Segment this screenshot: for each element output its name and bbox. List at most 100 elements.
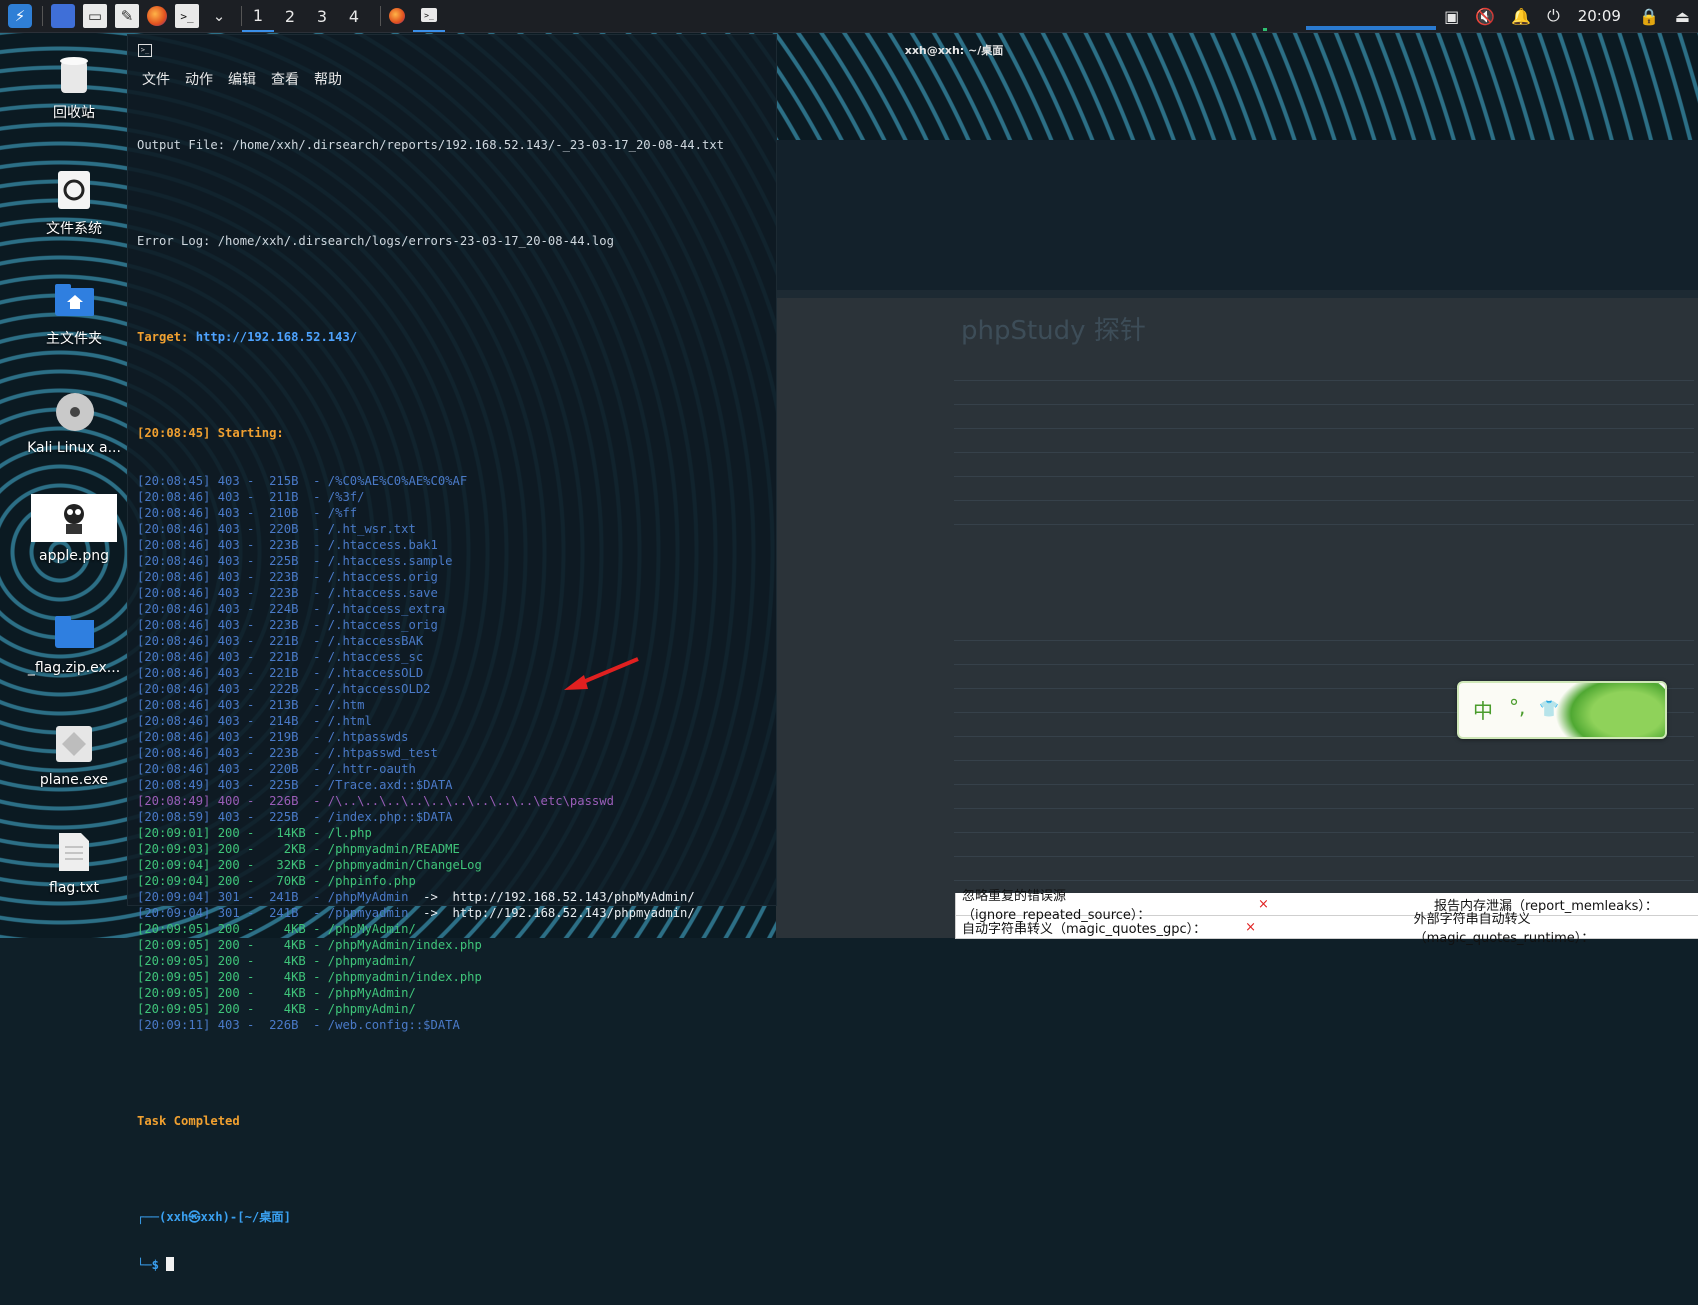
scan-result-line: [20:08:46] 403 - 223B - /.htaccess.bak1	[137, 538, 438, 552]
desktop-icon-trash[interactable]: 回收站	[18, 52, 130, 122]
scan-result-line: [20:09:05] 200 - 4KB - /phpMyAdmin/	[137, 986, 416, 1000]
desktop-icon-kali-disc[interactable]: Kali Linux a...	[18, 390, 130, 456]
power-icon[interactable]: ⏻	[1547, 6, 1560, 26]
lock-icon[interactable]: 🔒	[1639, 7, 1659, 26]
terminal-output[interactable]: Output File: /home/xxh/.dirsearch/report…	[137, 105, 777, 1305]
kali-menu-icon[interactable]: ⚡	[8, 4, 32, 28]
scan-result-line: [20:09:05] 200 - 4KB - /phpMyAdmin/	[137, 922, 416, 936]
output-file-line: Output File: /home/xxh/.dirsearch/report…	[137, 138, 724, 152]
scan-result-line: [20:08:49] 403 - 225B - /Trace.axd::$DAT…	[137, 778, 453, 792]
scan-result-line: [20:09:05] 200 - 4KB - /phpMyAdmin/index…	[137, 938, 482, 952]
text-editor-icon[interactable]: ✎	[115, 4, 139, 28]
desktop-icon-flag-txt[interactable]: flag.txt	[18, 830, 130, 896]
target-line: Target: http://192.168.52.143/	[137, 330, 358, 344]
workspace-1[interactable]: 1	[242, 0, 274, 32]
ime-chinese-mode[interactable]: 中	[1473, 695, 1493, 724]
file-manager-icon[interactable]: ▭	[83, 4, 107, 28]
menu-action[interactable]: 动作	[185, 69, 213, 89]
scan-result-line: [20:09:05] 200 - 4KB - /phpmyadmin/	[137, 954, 416, 968]
menu-file[interactable]: 文件	[142, 69, 170, 89]
menu-view[interactable]: 查看	[271, 69, 299, 89]
table-row	[954, 810, 1694, 833]
prompt-input-line[interactable]: └─$	[137, 1257, 777, 1273]
scan-result-line: [20:08:46] 403 - 210B - /%ff	[137, 506, 358, 520]
scan-result-line: [20:08:46] 403 - 223B - /.htaccess.save	[137, 586, 438, 600]
leaf-decoration	[1555, 683, 1665, 737]
menu-help[interactable]: 帮助	[314, 69, 342, 89]
bell-icon[interactable]: 🔔	[1511, 7, 1531, 26]
phpstudy-page: phpStudy 探针	[776, 298, 1698, 938]
scan-result-line: [20:08:46] 403 - 219B - /.htpasswds	[137, 730, 409, 744]
table-row	[954, 502, 1694, 525]
scan-result-line: [20:09:04] 301 - 241B - /phpmyadmin -> h…	[137, 906, 695, 920]
scan-result-line: [20:08:46] 403 - 223B - /.htpasswd_test	[137, 746, 438, 760]
ime-punctuation-mode[interactable]: °,	[1509, 695, 1525, 719]
scan-result-line: [20:09:04] 301 - 241B - /phpMyAdmin -> h…	[137, 890, 695, 904]
scan-result-line: [20:08:46] 403 - 224B - /.htaccess_extra	[137, 602, 446, 616]
firefox-task-icon[interactable]	[381, 0, 413, 32]
workspace-2[interactable]: 2	[274, 0, 306, 32]
table-row	[954, 430, 1694, 453]
workspace-4[interactable]: 4	[338, 0, 370, 32]
red-arrow-annotation	[564, 657, 639, 690]
mute-icon[interactable]: 🔇	[1475, 7, 1495, 26]
chevron-down-icon[interactable]: ⌄	[207, 4, 231, 28]
table-row: 自动字符串转义（magic_quotes_gpc）： × 外部字符串自动转义（m…	[955, 912, 1698, 946]
trash-icon	[54, 52, 94, 96]
workspace-3[interactable]: 3	[306, 0, 338, 32]
scan-result-line: [20:08:59] 403 - 225B - /index.php::$DAT…	[137, 810, 453, 824]
scan-result-line: [20:08:46] 403 - 221B - /.htaccess_sc	[137, 650, 424, 664]
scan-result-line: [20:08:45] 403 - 215B - /%C0%AE%C0%AE%C0…	[137, 474, 468, 488]
table-row	[954, 618, 1694, 641]
show-desktop-icon[interactable]	[51, 4, 75, 28]
scan-result-line: [20:09:11] 403 - 226B - /web.config::$DA…	[137, 1018, 460, 1032]
scan-result-line: [20:08:46] 403 - 213B - /.htm	[137, 698, 365, 712]
terminal-window[interactable]: >_ 文件 动作 编辑 查看 帮助 Output File: /home/xxh…	[127, 34, 777, 1272]
home-folder-icon	[54, 278, 94, 322]
desktop-icon-home[interactable]: 主文件夹	[18, 278, 130, 348]
desktop-icon-flag-zip[interactable]: _flag.zip.ex...	[18, 610, 130, 676]
scan-result-line: [20:08:46] 403 - 223B - /.htaccess.orig	[137, 570, 438, 584]
desktop-icon-apple-png[interactable]: apple.png	[18, 494, 130, 564]
scan-result-line: [20:08:46] 403 - 223B - /.htaccess_orig	[137, 618, 438, 632]
screen-icon[interactable]: ▣	[1444, 7, 1459, 26]
shirt-icon[interactable]: 👕	[1539, 699, 1559, 718]
table-row	[954, 834, 1694, 857]
firefox-icon[interactable]	[147, 6, 167, 26]
table-row	[954, 738, 1694, 761]
scan-result-line: [20:08:46] 403 - 221B - /.htaccessOLD	[137, 666, 424, 680]
task-completed: Task Completed	[137, 1114, 240, 1128]
prompt-bottom: └─$	[137, 1258, 167, 1272]
browser-window-background[interactable]: phpStudy 探针	[776, 140, 1698, 938]
menu-edit[interactable]: 编辑	[228, 69, 256, 89]
scan-result-line: [20:09:05] 200 - 4KB - /phpmyAdmin/	[137, 1002, 416, 1016]
logout-icon[interactable]: ⏏	[1675, 7, 1690, 26]
phpstudy-visible-rows: 忽略重复的错误源（ignore_repeated_source）： × 报告内存…	[955, 889, 1698, 946]
terminal-title: xxh@xxh: ~/桌面	[904, 44, 1004, 57]
panel-separator	[42, 6, 43, 26]
terminal-task-icon[interactable]: >_	[413, 0, 445, 32]
desktop-icon-plane-exe[interactable]: plane.exe	[18, 722, 130, 788]
text-file-icon	[54, 830, 94, 874]
scan-results: [20:08:45] 403 - 215B - /%C0%AE%C0%AE%C0…	[137, 473, 777, 1033]
clock[interactable]: 20:09	[1578, 7, 1621, 25]
terminal-menubar: 文件 动作 编辑 查看 帮助	[128, 65, 790, 93]
phpstudy-page-title: phpStudy 探针	[961, 316, 1146, 346]
scan-result-line: [20:08:49] 400 - 226B - /\..\..\..\..\..…	[137, 794, 614, 808]
ime-toolbar[interactable]: 中 °, 👕	[1457, 681, 1667, 739]
scan-result-line: [20:08:46] 403 - 214B - /.html	[137, 714, 372, 728]
table-row	[954, 762, 1694, 785]
table-row	[954, 382, 1694, 405]
starting-line: [20:08:45] Starting:	[137, 426, 284, 440]
scan-result-line: [20:08:46] 403 - 211B - /%3f/	[137, 490, 365, 504]
scan-result-line: [20:08:46] 403 - 220B - /.httr-oauth	[137, 762, 416, 776]
network-graph	[1306, 26, 1436, 30]
terminal-icon[interactable]: >_	[175, 4, 199, 28]
table-row	[954, 406, 1694, 429]
filesystem-icon	[54, 168, 94, 212]
disc-icon	[54, 390, 94, 434]
browser-toolbar	[776, 140, 1698, 290]
scan-result-line: [20:09:04] 200 - 70KB - /phpinfo.php	[137, 874, 416, 888]
desktop-icon-filesystem[interactable]: 文件系统	[18, 168, 130, 238]
image-thumbnail-icon	[31, 494, 117, 542]
